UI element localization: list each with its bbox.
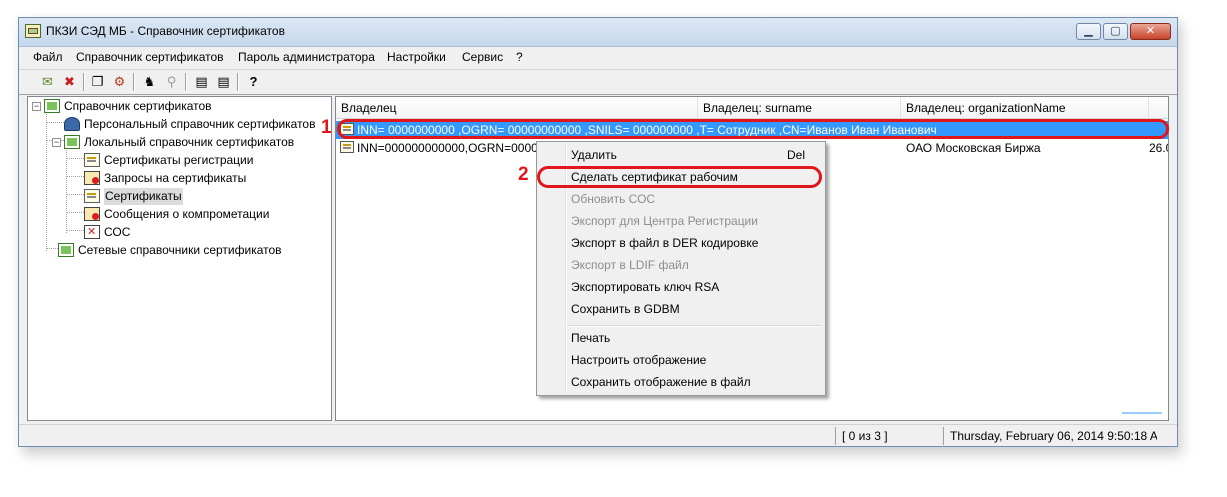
- title-bar[interactable]: ПКЗИ СЭД МБ - Справочник сертификатов ▁ …: [19, 18, 1177, 47]
- status-datetime: Thursday, February 06, 2014 9:50:18 AM: [943, 427, 1157, 445]
- context-menu-update-crl: Обновить СОС: [539, 188, 823, 210]
- column-header-extra[interactable]: [1149, 97, 1168, 119]
- context-menu-save-view[interactable]: Сохранить отображение в файл: [539, 371, 823, 393]
- context-menu-label: Настроить отображение: [571, 353, 707, 367]
- context-menu-export-rsa[interactable]: Экспортировать ключ RSA: [539, 276, 823, 298]
- context-menu-export-registration: Экспорт для Центра Регистрации: [539, 210, 823, 232]
- revocation-list-icon: [84, 224, 100, 241]
- certificate-icon: [84, 153, 100, 167]
- cert-add-icon[interactable]: ✉: [39, 73, 56, 90]
- tree-line: [66, 212, 86, 213]
- menu-bar: Файл Справочник сертификатов Пароль адми…: [19, 47, 1177, 67]
- tree-line: [66, 230, 86, 231]
- tree-line: [66, 176, 86, 177]
- toolbar-separator: [83, 73, 85, 91]
- context-menu-label: Сохранить в GDBM: [571, 302, 680, 316]
- list-scroll-indicator: [1122, 412, 1162, 414]
- context-menu-configure-view[interactable]: Настроить отображение: [539, 349, 823, 371]
- cell-organization: ОАО Московская Биржа: [906, 141, 1041, 155]
- context-menu-label: Сохранить отображение в файл: [571, 375, 751, 389]
- tree-item-label: СОС: [104, 225, 131, 239]
- tree-panel[interactable]: − Справочник сертификатов Персональный с…: [27, 96, 332, 421]
- app-icon: [25, 24, 41, 38]
- personal-directory-icon: [64, 117, 80, 131]
- context-menu-print[interactable]: Печать: [539, 327, 823, 349]
- toolbar-separator: [185, 73, 187, 91]
- context-menu-label: Экспорт для Центра Регистрации: [571, 214, 758, 228]
- help-icon[interactable]: ?: [245, 73, 262, 90]
- find-icon[interactable]: ♞: [141, 73, 158, 90]
- tree-line: [46, 111, 47, 251]
- tree-item-label: Персональный справочник сертификатов: [84, 117, 316, 131]
- context-menu-label: Обновить СОС: [571, 192, 656, 206]
- context-menu-save-gdbm[interactable]: Сохранить в GDBM: [539, 298, 823, 320]
- certificate-icon: [84, 189, 100, 203]
- cell-extra: 26.0: [1149, 141, 1168, 155]
- tree-line: [66, 147, 67, 233]
- window-title: ПКЗИ СЭД МБ - Справочник сертификатов: [46, 24, 285, 38]
- settings-icon[interactable]: ⚙: [111, 73, 128, 90]
- close-button[interactable]: ✕: [1130, 23, 1171, 40]
- menu-service[interactable]: Сервис: [462, 50, 503, 64]
- menu-settings[interactable]: Настройки: [387, 50, 446, 64]
- print-preview-icon[interactable]: ▤: [215, 73, 232, 90]
- menu-cert-directory[interactable]: Справочник сертификатов: [76, 50, 224, 64]
- local-directory-icon: [64, 135, 80, 149]
- toolbar: ✉ ✖ ❐ ⚙ ♞ ⚲ ▤ ▤ ?: [19, 69, 1177, 95]
- context-menu-export-ldif: Экспорт в LDIF файл: [539, 254, 823, 276]
- context-menu-label: Экспорт в LDIF файл: [571, 258, 689, 272]
- certificate-icon: [340, 141, 354, 153]
- tree-item-label: Локальный справочник сертификатов: [84, 135, 295, 149]
- column-header-organization[interactable]: Владелец: organizationName: [901, 97, 1149, 119]
- tree-line: [66, 158, 86, 159]
- context-menu-delete[interactable]: Удалить Del: [539, 144, 823, 166]
- context-menu-label: Удалить: [571, 148, 617, 162]
- tree-item-label: Справочник сертификатов: [64, 99, 212, 113]
- compromise-message-icon: [84, 207, 100, 221]
- context-menu-export-der[interactable]: Экспорт в файл в DER кодировке: [539, 232, 823, 254]
- cert-remove-icon[interactable]: ✖: [61, 73, 78, 90]
- highlight-ring-menu-item: [537, 166, 822, 188]
- tree-item-label: Сетевые справочники сертификатов: [78, 243, 282, 257]
- context-menu-label: Экспортировать ключ RSA: [571, 280, 720, 294]
- highlight-ring-row: [337, 119, 1169, 139]
- context-menu-label: Экспорт в файл в DER кодировке: [571, 236, 759, 250]
- tree-line: [66, 194, 86, 195]
- tree-collapse-toggle[interactable]: −: [32, 102, 41, 111]
- tree-item-label: Сообщения о компрометации: [104, 207, 270, 221]
- tree-item-label: Запросы на сертификаты: [104, 171, 247, 185]
- context-menu-shortcut: Del: [786, 148, 805, 162]
- column-header-surname[interactable]: Владелец: surname: [698, 97, 901, 119]
- menu-admin-password[interactable]: Пароль администратора: [238, 50, 375, 64]
- context-menu-label: Печать: [571, 331, 611, 345]
- filter-icon[interactable]: ⚲: [163, 73, 180, 90]
- menu-file[interactable]: Файл: [33, 50, 63, 64]
- toolbar-separator: [237, 73, 239, 91]
- menu-help[interactable]: ?: [516, 50, 523, 64]
- toolbar-separator: [133, 73, 135, 91]
- network-directory-icon: [58, 243, 74, 257]
- certificate-request-icon: [84, 171, 100, 185]
- status-record-count: [ 0 из 3 ]: [835, 427, 943, 445]
- print-icon[interactable]: ▤: [193, 73, 210, 90]
- column-header-owner[interactable]: Владелец: [336, 97, 698, 119]
- callout-number-1: 1: [321, 117, 332, 138]
- tree-item-label: Сертификаты регистрации: [104, 153, 254, 167]
- callout-number-2: 2: [518, 164, 529, 185]
- tree-line: [46, 122, 66, 123]
- minimize-button[interactable]: ▁: [1076, 23, 1101, 40]
- copy-icon[interactable]: ❐: [89, 73, 106, 90]
- tree-collapse-toggle[interactable]: −: [52, 138, 61, 147]
- cert-directory-icon: [44, 99, 60, 113]
- tree-item-label: Сертификаты: [104, 188, 183, 205]
- status-bar: [ 0 из 3 ] Thursday, February 06, 2014 9…: [19, 424, 1177, 446]
- maximize-button[interactable]: ▢: [1103, 23, 1128, 40]
